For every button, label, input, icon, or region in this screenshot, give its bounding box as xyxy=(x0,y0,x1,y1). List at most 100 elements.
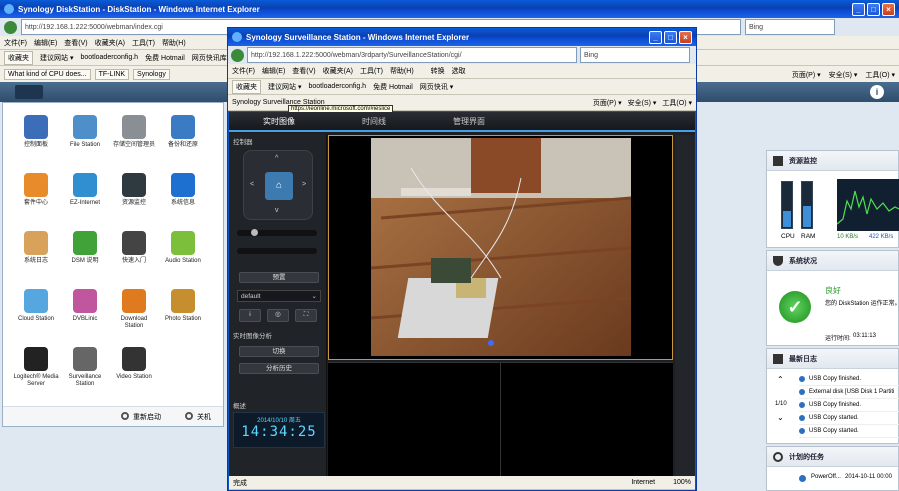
info-icon[interactable]: i xyxy=(870,85,884,99)
app-label: 控制面板 xyxy=(23,142,48,148)
ss-fav-suggested[interactable]: 建议网站 ▾ xyxy=(268,82,301,92)
ss-menu-tools[interactable]: 工具(T) xyxy=(360,66,383,76)
switch-button[interactable]: 切换 xyxy=(239,346,319,357)
main-menu-button[interactable] xyxy=(15,85,43,99)
ss-minimize-button[interactable]: _ xyxy=(649,30,662,44)
app-launcher[interactable]: DVBLinic xyxy=(62,289,108,323)
fullscreen-button[interactable]: ⛶ xyxy=(295,309,317,322)
back-icon[interactable] xyxy=(4,20,17,34)
ss-menu-view[interactable]: 查看(V) xyxy=(292,66,315,76)
menu-favorites[interactable]: 收藏夹(A) xyxy=(95,38,125,48)
bg-search-box[interactable]: Bing xyxy=(745,19,835,35)
fav-link-hotmail[interactable]: 免费 Hotmail xyxy=(145,53,185,63)
ss-address-bar[interactable]: http://192.168.1.222:5000/webman/3rdpart… xyxy=(247,47,577,63)
app-launcher[interactable]: 备份和还原 xyxy=(160,115,206,149)
ss-menu-help[interactable]: 帮助(H) xyxy=(390,66,414,76)
log-info-icon xyxy=(799,415,805,421)
ss-search-box[interactable]: Bing xyxy=(580,47,690,63)
home-icon[interactable]: ⌂ xyxy=(265,172,293,200)
menu-tools[interactable]: 工具(T) xyxy=(132,38,155,48)
app-launcher[interactable]: 资源监控 xyxy=(111,173,157,207)
tab-tf-link[interactable]: TF-LINK xyxy=(94,69,130,80)
ss-fav-webslice[interactable]: 网页快讯 ▾ xyxy=(420,82,453,92)
tab-management[interactable]: 管理界面 xyxy=(419,116,519,127)
app-launcher[interactable]: 快速入门 xyxy=(111,231,157,265)
ss-menu-favorites[interactable]: 收藏夹(A) xyxy=(323,66,353,76)
ptz-up-icon[interactable]: ^ xyxy=(275,155,278,162)
app-icon xyxy=(73,231,97,255)
log-down-icon[interactable]: ⌄ xyxy=(777,413,784,422)
app-launcher[interactable]: Download Station xyxy=(111,289,157,330)
favorites-button[interactable]: 收藏夹 xyxy=(4,50,33,65)
app-launcher[interactable]: 系统信息 xyxy=(160,173,206,207)
ss-favorites-button[interactable]: 收藏夹 xyxy=(232,79,261,94)
tab-timeline[interactable]: 时间线 xyxy=(329,116,419,127)
app-label: DSM 说明 xyxy=(71,258,99,264)
app-launcher[interactable]: DSM 说明 xyxy=(62,231,108,265)
focus-button[interactable]: ◎ xyxy=(267,309,289,322)
preset-button[interactable]: 预置 xyxy=(239,272,319,283)
log-list: USB Copy finished. External disk [USB Dis… xyxy=(799,373,899,438)
camera-view[interactable] xyxy=(328,135,673,360)
app-launcher[interactable]: File Station xyxy=(62,115,108,149)
ss-close-button[interactable]: × xyxy=(679,30,692,44)
ptz-left-icon[interactable]: < xyxy=(250,181,254,188)
tab-synology[interactable]: Synology xyxy=(133,69,170,80)
ss-fav-bootloader[interactable]: bootloaderconfig.h xyxy=(308,83,366,90)
ss-safety-menu[interactable]: 安全(S) ▾ xyxy=(628,98,657,108)
health-ok-icon: ✓ xyxy=(779,291,811,323)
chart-icon xyxy=(773,156,783,166)
app-launcher[interactable]: Video Station xyxy=(111,347,157,381)
fav-link-bootloader[interactable]: bootloaderconfig.h xyxy=(80,54,138,61)
zoom-slider[interactable] xyxy=(237,229,317,236)
restart-button[interactable]: 重新启动 xyxy=(133,412,161,422)
page-menu[interactable]: 页面(P) ▾ xyxy=(792,70,821,80)
app-launcher[interactable]: Logitech® Media Server xyxy=(13,347,59,388)
app-launcher[interactable]: 套件中心 xyxy=(13,173,59,207)
ss-page-menu[interactable]: 页面(P) ▾ xyxy=(593,98,622,108)
ss-menu-file[interactable]: 文件(F) xyxy=(232,66,255,76)
app-icon xyxy=(122,289,146,313)
ss-maximize-button[interactable]: □ xyxy=(664,30,677,44)
app-launcher[interactable]: Surveillance Station xyxy=(62,347,108,388)
app-launcher[interactable]: Photo Station xyxy=(160,289,206,323)
log-info-icon xyxy=(799,428,805,434)
maximize-button[interactable]: □ xyxy=(867,2,880,16)
ss-back-icon[interactable] xyxy=(231,48,244,62)
close-button[interactable]: × xyxy=(882,2,895,16)
ptz-down-icon[interactable]: v xyxy=(275,207,279,214)
menu-view[interactable]: 查看(V) xyxy=(64,38,87,48)
volume-slider[interactable] xyxy=(237,248,317,254)
app-launcher[interactable]: 存储空间管理员 xyxy=(111,115,157,149)
info-button[interactable]: i xyxy=(239,309,261,322)
zoom-level[interactable]: 100% xyxy=(673,479,691,486)
app-launcher[interactable]: 控制面板 xyxy=(13,115,59,149)
app-label: Surveillance Station xyxy=(68,374,102,387)
app-launcher[interactable]: Cloud Station xyxy=(13,289,59,323)
menu-edit[interactable]: 编辑(E) xyxy=(34,38,57,48)
app-launcher[interactable]: 系统日志 xyxy=(13,231,59,265)
app-launcher[interactable]: EZ-Internet xyxy=(62,173,108,207)
tools-menu[interactable]: 工具(O) ▾ xyxy=(865,70,895,80)
ss-fav-hotmail[interactable]: 免费 Hotmail xyxy=(373,82,413,92)
ss-translate-button[interactable]: 转换 xyxy=(431,66,445,76)
app-launcher[interactable]: Audio Station xyxy=(160,231,206,265)
ss-tools-menu[interactable]: 工具(O) ▾ xyxy=(662,98,692,108)
analytics-history-button[interactable]: 分析历史 xyxy=(239,363,319,374)
app-label: EZ-Internet xyxy=(69,200,100,206)
preset-select[interactable]: default ⌄ xyxy=(237,290,321,302)
app-icon xyxy=(73,289,97,313)
shutdown-button[interactable]: 关机 xyxy=(197,412,211,422)
fav-link-suggested[interactable]: 建议网站 ▾ xyxy=(40,53,73,63)
ptz-right-icon[interactable]: > xyxy=(302,181,306,188)
ss-select-button[interactable]: 选取 xyxy=(452,66,466,76)
empty-camera-slots xyxy=(328,362,673,477)
tab-live-view[interactable]: 实时图像 xyxy=(229,116,329,127)
tab-what-kind-cpu[interactable]: What kind of CPU does... xyxy=(4,69,91,80)
minimize-button[interactable]: _ xyxy=(852,2,865,16)
menu-help[interactable]: 帮助(H) xyxy=(162,38,186,48)
ss-menu-edit[interactable]: 编辑(E) xyxy=(262,66,285,76)
log-up-icon[interactable]: ⌃ xyxy=(777,375,784,384)
safety-menu[interactable]: 安全(S) ▾ xyxy=(829,70,858,80)
menu-file[interactable]: 文件(F) xyxy=(4,38,27,48)
